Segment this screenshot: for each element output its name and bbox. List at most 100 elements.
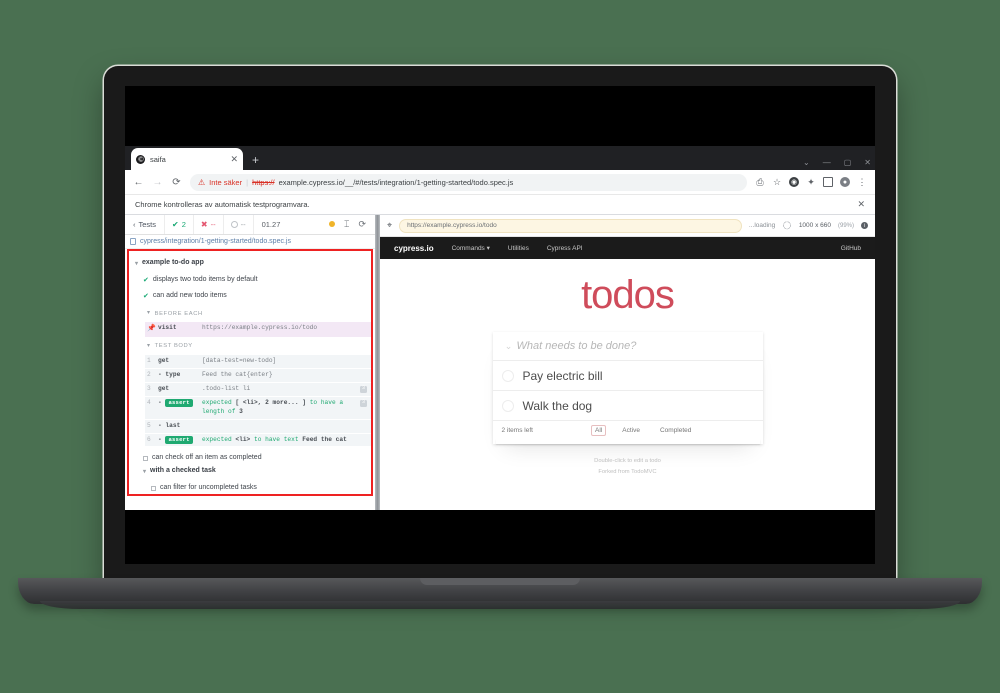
command-name: - assert <box>158 435 202 445</box>
stat-failed-value: -- <box>210 219 216 229</box>
not-secure-label: Inte säker <box>209 177 243 187</box>
check-icon: ✔ <box>172 219 179 229</box>
command-number: 1 <box>147 356 151 364</box>
test-row[interactable]: can check off an item as completed <box>129 451 371 464</box>
viewport-size-label: 1000 x 660 <box>798 222 831 229</box>
command-name: visit <box>158 324 177 332</box>
nav-link-cypress-api[interactable]: Cypress API <box>547 245 583 252</box>
assert-badge: assert <box>165 398 193 407</box>
stat-passed: ✔ 2 <box>165 215 194 234</box>
todo-toggle-icon[interactable] <box>501 369 514 382</box>
forward-icon[interactable]: → <box>152 177 163 188</box>
test-label: can filter for uncompleted tasks <box>160 484 257 492</box>
todo-label: Pay electric bill <box>522 368 603 383</box>
list-item[interactable]: Walk the dog <box>492 391 763 421</box>
cypress-extension-icon[interactable]: ◉ <box>789 177 799 187</box>
address-bar[interactable]: ⚠ Inte säker | https:// example.cypress.… <box>190 173 747 191</box>
browser-tab[interactable]: saifa ✕ <box>131 148 243 170</box>
list-item[interactable]: Pay electric bill <box>492 361 763 391</box>
aut-url-bar: ⌖ https://example.cypress.io/todo ...loa… <box>380 215 875 237</box>
command-row[interactable]: 5 - last <box>145 419 371 434</box>
todo-app: ⌄ What needs to be done? Pay electric bi… <box>492 332 763 444</box>
back-icon[interactable]: ← <box>133 177 144 188</box>
checkbox-icon <box>151 486 156 492</box>
command-row[interactable]: 4 - assert expected [ <li>, 2 more... ] … <box>145 396 371 420</box>
window-close-icon[interactable]: ✕ <box>864 158 871 167</box>
command-row[interactable]: 2 - type Feed the cat{enter} <box>145 368 371 383</box>
bookmark-star-icon[interactable]: ☆ <box>772 177 782 187</box>
test-row[interactable]: can filter for completed tasks <box>129 494 371 496</box>
command-row[interactable]: 6 - assert expected <li> to have text Fe… <box>145 433 371 448</box>
cypress-logo-icon <box>136 154 145 164</box>
sidepanel-icon[interactable] <box>823 177 833 187</box>
command-group-title[interactable]: ▾ BEFORE EACH <box>145 305 371 322</box>
url-scheme: https:// <box>252 177 275 187</box>
nav-link-commands[interactable]: Commands ▾ <box>452 244 490 252</box>
filter-active[interactable]: Active <box>618 425 644 436</box>
site-navbar: cypress.io Commands ▾ Utilities Cypress … <box>380 237 875 259</box>
command-row[interactable]: 3 get .todo-list li 3 <box>145 382 371 397</box>
command-group-test-body: ▾ TEST BODY 1 get [data-test=new-todo] 2 <box>129 338 371 448</box>
test-row[interactable]: ✔ displays two todo items by default <box>129 273 371 289</box>
command-message: expected [ <li>, 2 more... ] to have a l… <box>202 398 344 415</box>
test-row[interactable]: ✔ can add new todo items <box>129 289 371 305</box>
profile-avatar-icon[interactable]: ● <box>840 177 850 187</box>
new-todo-row: ⌄ What needs to be done? <box>492 332 763 361</box>
laptop-mockup: saifa ✕ + ⌄ — ▢ ✕ ← → ⟳ ⚠ Inte säker | h… <box>0 0 1000 693</box>
new-todo-input[interactable]: What needs to be done? <box>517 340 637 352</box>
amber-status-dot-icon <box>329 221 336 228</box>
keyboard-shortcut-icon[interactable]: ⌶ <box>344 219 349 229</box>
reload-icon[interactable]: ⟳ <box>171 177 182 188</box>
infobar-close-icon[interactable]: ✕ <box>857 199 865 210</box>
cypress-aut-panel: ⌖ https://example.cypress.io/todo ...loa… <box>380 215 875 510</box>
pin-icon: 📌 <box>147 325 156 334</box>
close-icon[interactable]: ✕ <box>230 154 238 164</box>
suite-label: example to-do app <box>142 259 204 267</box>
chevron-left-icon: ‹ <box>133 219 136 229</box>
site-brand[interactable]: cypress.io <box>394 244 434 253</box>
share-icon[interactable]: ⎙ <box>755 177 765 187</box>
window-restore-icon[interactable]: — <box>823 158 831 167</box>
command-name: - assert <box>158 398 202 408</box>
warning-triangle-icon: ⚠ <box>198 177 206 187</box>
todo-toggle-icon[interactable] <box>501 399 514 412</box>
nav-link-utilities[interactable]: Utilities <box>508 245 529 252</box>
cypress-reporter: ‹ Tests ✔ 2 ✖ -- -- 01.27 ⌶ ⟳ cypress/in… <box>125 215 375 510</box>
suite-label: with a checked task <box>150 467 216 475</box>
window-maximize-icon[interactable]: ▢ <box>844 158 852 167</box>
restart-icon[interactable]: ⟳ <box>358 219 366 229</box>
filter-completed[interactable]: Completed <box>656 425 695 436</box>
suite-row[interactable]: ▾ with a checked task <box>129 464 371 481</box>
stat-pending: -- <box>224 215 254 234</box>
command-group-title[interactable]: ▾ TEST BODY <box>145 338 371 355</box>
element-picker-icon[interactable]: ⌖ <box>387 220 392 231</box>
url-path: example.cypress.io/__/#/tests/integratio… <box>278 177 514 187</box>
window-minimize-icon[interactable]: ⌄ <box>803 158 810 167</box>
reporter-header: ‹ Tests ✔ 2 ✖ -- -- 01.27 ⌶ ⟳ <box>125 215 375 235</box>
cypress-runner: ‹ Tests ✔ 2 ✖ -- -- 01.27 ⌶ ⟳ cypress/in… <box>125 215 875 510</box>
back-to-tests-button[interactable]: ‹ Tests <box>125 215 166 234</box>
command-number: 5 <box>147 421 151 429</box>
chevron-down-icon[interactable]: ⌄ <box>501 341 517 352</box>
todo-count: 2 items left <box>501 426 533 434</box>
chrome-menu-icon[interactable]: ⋮ <box>857 177 867 187</box>
test-label: can check off an item as completed <box>152 454 262 462</box>
nav-link-github[interactable]: GitHub <box>841 245 861 252</box>
suite-row[interactable]: ▾ example to-do app <box>129 256 371 273</box>
aut-url-field[interactable]: https://example.cypress.io/todo <box>399 218 742 233</box>
command-count-badge: 3 <box>360 385 367 393</box>
check-icon: ✔ <box>143 293 149 301</box>
filter-all[interactable]: All <box>591 424 607 436</box>
command-row[interactable]: 1 get [data-test=new-todo] <box>145 354 371 369</box>
viewport-scale-label: (99%) <box>837 222 854 229</box>
command-name: - type <box>158 370 181 378</box>
command-row[interactable]: 📌 visit https://example.cypress.io/todo <box>145 322 371 338</box>
new-tab-button[interactable]: + <box>252 154 259 166</box>
reporter-highlight-frame: ▾ example to-do app ✔ displays two todo … <box>127 249 373 496</box>
test-row[interactable]: can filter for uncompleted tasks <box>129 481 371 494</box>
triangle-down-icon: ▾ <box>135 261 139 268</box>
extensions-puzzle-icon[interactable]: ✦ <box>806 177 816 187</box>
info-icon[interactable]: i <box>861 222 868 229</box>
stat-failed: ✖ -- <box>194 215 224 234</box>
command-number: 4 <box>147 398 151 406</box>
